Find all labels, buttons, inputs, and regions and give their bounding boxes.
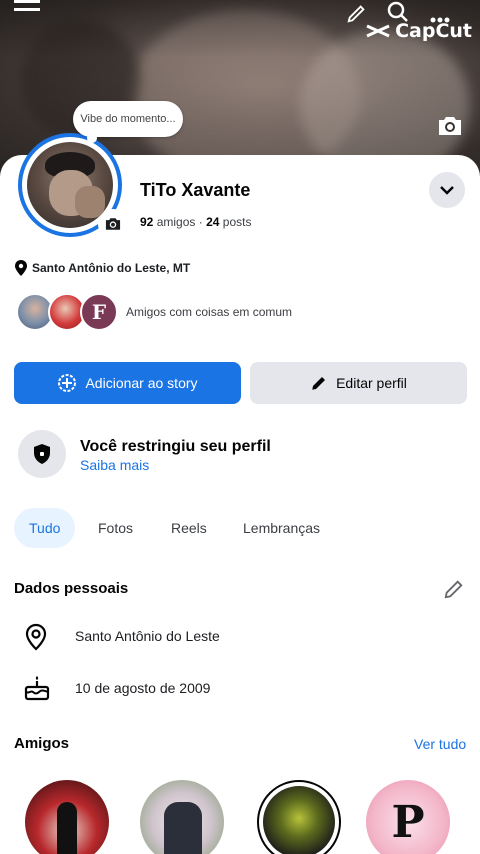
- status-bubble[interactable]: Vibe do momento...: [73, 101, 183, 143]
- restricted-profile-icon: [18, 430, 66, 478]
- location-text: Santo Antônio do Leste, MT: [32, 261, 191, 275]
- pencil-icon: [312, 377, 326, 390]
- avatar-camera-icon[interactable]: [98, 209, 128, 239]
- tab-all[interactable]: Tudo: [14, 508, 76, 548]
- friend-initial: P: [391, 796, 425, 848]
- tab-reels[interactable]: Reels: [171, 508, 207, 548]
- friends-count: 92: [140, 215, 154, 229]
- birthday-text: 10 de agosto de 2009: [75, 680, 211, 696]
- restricted-profile-title: Você restringiu seu perfil: [80, 438, 271, 455]
- shield-icon: [34, 444, 50, 464]
- capcut-logo-icon: [366, 24, 390, 38]
- birthday-cake-icon: [24, 675, 50, 706]
- watermark-text: CapCut: [395, 20, 472, 42]
- see-all-friends-link[interactable]: Ver tudo: [414, 736, 466, 752]
- edit-profile-button[interactable]: Editar perfil: [250, 362, 467, 404]
- location-pin-icon: [15, 260, 27, 276]
- personal-details-title: Dados pessoais: [14, 580, 129, 597]
- add-to-story-button[interactable]: Adicionar ao story: [14, 362, 241, 404]
- location-icon: [24, 623, 48, 656]
- mutual-friends[interactable]: F Amigos com coisas em comum: [16, 293, 292, 331]
- profile-stats[interactable]: 92 amigos · 24 posts: [140, 215, 251, 229]
- profile-picture[interactable]: [18, 133, 128, 239]
- stats-separator: ·: [198, 215, 203, 229]
- posts-count: 24: [206, 215, 220, 229]
- friend-avatar[interactable]: [25, 780, 109, 854]
- posts-label: posts: [222, 215, 252, 229]
- chevron-down-icon: [440, 185, 454, 195]
- add-story-icon: [58, 374, 77, 392]
- friends-label: amigos: [156, 215, 196, 229]
- edit-details-icon[interactable]: [443, 578, 465, 605]
- cover-camera-icon[interactable]: [436, 114, 464, 143]
- add-to-story-label: Adicionar ao story: [85, 375, 198, 391]
- profile-location: Santo Antônio do Leste, MT: [14, 260, 190, 276]
- menu-icon[interactable]: [14, 0, 40, 21]
- friends-title: Amigos: [14, 735, 70, 752]
- mutual-friend-avatar: F: [80, 293, 118, 331]
- mutual-friends-text: Amigos com coisas em comum: [126, 305, 293, 319]
- learn-more-link[interactable]: Saiba mais: [80, 457, 149, 473]
- status-placeholder: Vibe do momento...: [80, 113, 176, 125]
- capcut-watermark: CapCut: [365, 20, 472, 42]
- profile-name: TiTo Xavante: [140, 180, 251, 200]
- tab-photos[interactable]: Fotos: [98, 508, 133, 548]
- friend-avatar[interactable]: P: [366, 780, 450, 854]
- expand-profile-button[interactable]: [429, 172, 465, 208]
- edit-profile-label: Editar perfil: [336, 375, 407, 391]
- mutual-friend-initial: F: [91, 300, 107, 324]
- friend-avatar[interactable]: [140, 780, 224, 854]
- tab-memories[interactable]: Lembranças: [243, 508, 320, 548]
- friend-avatar[interactable]: [257, 780, 341, 854]
- hometown-text: Santo Antônio do Leste: [75, 628, 220, 644]
